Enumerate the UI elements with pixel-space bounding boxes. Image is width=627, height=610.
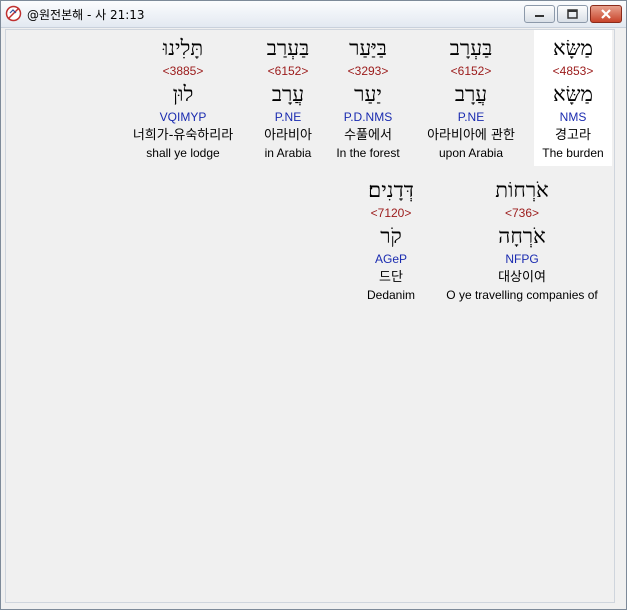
parsing-code: NMS [559, 110, 587, 124]
english-gloss: in Arabia [264, 146, 312, 160]
english-gloss: The burden [542, 146, 604, 160]
minimize-icon [535, 15, 544, 17]
strong-number[interactable]: <3885> [118, 62, 248, 80]
interlinear-view[interactable]: מַשָּׂא <4853> מַשָּׂא NMS 경고라 The burde… [5, 29, 615, 603]
english-gloss: O ye travelling companies of [446, 288, 598, 302]
korean-gloss: 대상이여 [498, 270, 546, 285]
strong-number[interactable]: <3293> [328, 62, 408, 80]
korean-gloss: 수풀에서 [344, 128, 392, 143]
hebrew-root: אֹרְחָה [498, 224, 546, 248]
parsing-code: P.D.NMS [343, 110, 393, 124]
word-block[interactable]: תָּלִינוּ <3885> לוּן VQIMYP 너희가-유숙하리라 s… [118, 30, 248, 166]
word-block[interactable]: בַּיַּעַר <3293> יַעַר P.D.NMS 수풀에서 In t… [328, 30, 408, 166]
close-button[interactable] [590, 5, 622, 23]
window-title: @원전본해 - 사 21:13 [27, 8, 145, 22]
word-block[interactable]: בַּעְרַב <6152> עֲרָב P.NE 아라비아 in Arabi… [252, 30, 324, 166]
korean-gloss: 드단 [379, 270, 403, 285]
title-bar[interactable]: @원전본해 - 사 21:13 [1, 1, 626, 28]
app-icon [5, 5, 22, 22]
maximize-icon [567, 9, 578, 19]
hebrew-word: בַּיַּעַר [349, 36, 387, 60]
parsing-code: VQIMYP [159, 110, 207, 124]
korean-gloss: 경고라 [555, 128, 591, 143]
hebrew-word: מַשָּׂא [553, 36, 593, 60]
word-block[interactable]: מַשָּׂא <4853> מַשָּׂא NMS 경고라 The burde… [534, 30, 612, 166]
english-gloss: In the forest [336, 146, 400, 160]
hebrew-root: מַשָּׂא [553, 82, 593, 106]
parsing-code: P.NE [274, 110, 302, 124]
word-block[interactable]: דְּדָנִים׃ <7120> קֹר AGeP 드단 Dedanim [351, 172, 431, 308]
strong-number[interactable]: <6152> [252, 62, 324, 80]
strong-number[interactable]: <7120> [351, 204, 431, 222]
close-icon [601, 9, 611, 19]
hebrew-root: עֲרָב [271, 82, 305, 106]
hebrew-word: תָּלִינוּ [162, 36, 204, 60]
hebrew-root: יַעַר [354, 82, 382, 106]
hebrew-root: עֲרָב [454, 82, 488, 106]
app-window: @원전본해 - 사 21:13 מַשָּׂא <4853> מַשָּׂא N… [0, 0, 627, 610]
hebrew-word: בַּעְרַב [266, 36, 310, 60]
hebrew-word: דְּדָנִים׃ [368, 178, 414, 202]
korean-gloss: 아라비아에 관한 [427, 128, 515, 143]
parsing-code: P.NE [457, 110, 485, 124]
strong-number[interactable]: <6152> [413, 62, 529, 80]
strong-number[interactable]: <736> [436, 204, 608, 222]
parsing-code: AGeP [374, 252, 407, 266]
parsing-code: NFPG [505, 252, 539, 266]
word-block[interactable]: בַּעְרָב <6152> עֲרָב P.NE 아라비아에 관한 upon… [413, 30, 529, 166]
hebrew-word: בַּעְרָב [449, 36, 493, 60]
english-gloss: upon Arabia [438, 146, 504, 160]
english-gloss: Dedanim [366, 288, 416, 302]
hebrew-word: אֹרְחוֹת [495, 178, 549, 202]
hebrew-root: קֹר [380, 224, 402, 248]
hebrew-root: לוּן [172, 82, 194, 106]
minimize-button[interactable] [524, 5, 555, 23]
korean-gloss: 너희가-유숙하리라 [132, 128, 234, 143]
maximize-button[interactable] [557, 5, 588, 23]
english-gloss: shall ye lodge [146, 146, 220, 160]
word-block[interactable]: אֹרְחוֹת <736> אֹרְחָה NFPG 대상이여 O ye tr… [436, 172, 608, 308]
korean-gloss: 아라비아 [264, 128, 312, 143]
strong-number[interactable]: <4853> [534, 62, 612, 80]
